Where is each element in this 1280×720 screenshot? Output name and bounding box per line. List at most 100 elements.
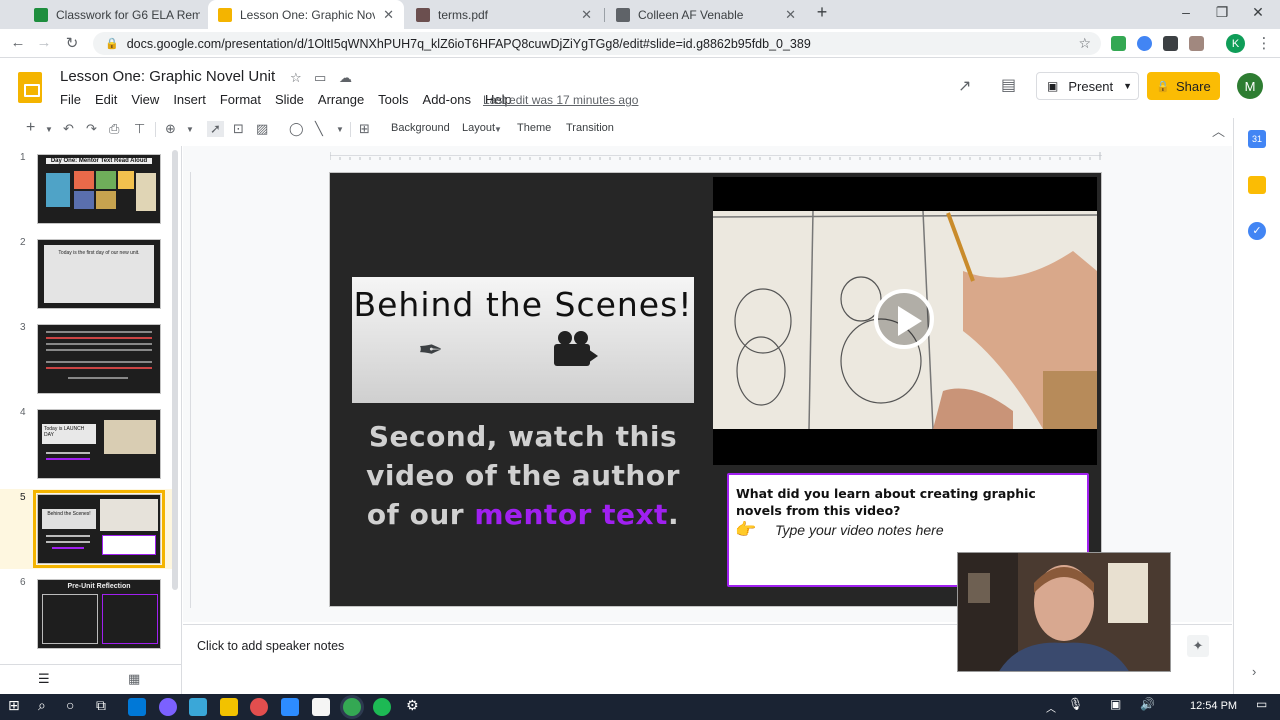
explore-icon[interactable]: ✦: [1187, 635, 1209, 657]
minimize-icon[interactable]: –: [1176, 4, 1196, 20]
extension-icon[interactable]: [1137, 36, 1152, 51]
browser-tab-colleen[interactable]: Colleen AF Venable ✕: [606, 0, 806, 29]
store-icon[interactable]: [312, 698, 330, 716]
chevron-down-icon[interactable]: ▼: [186, 125, 194, 134]
extension-icon[interactable]: [1111, 36, 1126, 51]
app-icon[interactable]: [220, 698, 238, 716]
background-button[interactable]: Background: [391, 122, 450, 134]
share-button[interactable]: 🔒 Share: [1147, 72, 1220, 100]
slide-thumbnail-6[interactable]: Pre-Unit Reflection: [37, 579, 161, 649]
layout-button[interactable]: Layout: [462, 122, 495, 134]
text-box-icon[interactable]: ⊡: [233, 121, 244, 137]
task-view-icon[interactable]: ⧉: [96, 697, 106, 714]
back-icon[interactable]: ←: [8, 34, 28, 51]
theme-button[interactable]: Theme: [517, 122, 551, 134]
move-folder-icon[interactable]: ▭: [314, 70, 326, 86]
app-icon[interactable]: [250, 698, 268, 716]
menu-edit[interactable]: Edit: [95, 92, 117, 110]
menu-addons[interactable]: Add-ons: [423, 92, 471, 110]
slide-body-text[interactable]: Second, watch this video of the author o…: [348, 417, 698, 534]
star-icon[interactable]: ☆: [290, 70, 302, 86]
bookmark-star-icon[interactable]: ☆: [1078, 35, 1091, 52]
browser-tab-lesson-one[interactable]: Lesson One: Graphic Novel Unit ✕: [208, 0, 404, 29]
extension-icon[interactable]: [1163, 36, 1178, 51]
tasks-icon[interactable]: ✓: [1248, 222, 1266, 240]
network-icon[interactable]: ▣: [1110, 697, 1121, 711]
print-icon[interactable]: ⎙: [109, 121, 119, 137]
menu-format[interactable]: Format: [220, 92, 261, 110]
chrome-icon[interactable]: [343, 698, 361, 716]
new-tab-button[interactable]: +: [812, 2, 832, 23]
slide-title-box[interactable]: Behind the Scenes! ✒: [352, 277, 694, 403]
shape-icon[interactable]: ◯: [289, 121, 304, 137]
windows-start-icon[interactable]: ⊞: [8, 697, 20, 714]
menu-file[interactable]: File: [60, 92, 81, 110]
image-icon[interactable]: ▨: [256, 121, 268, 137]
zoom-icon[interactable]: ⊕: [165, 121, 176, 137]
close-window-icon[interactable]: ✕: [1248, 4, 1268, 21]
slide-thumbnail-1[interactable]: Day One: Mentor Text Read Aloud: [37, 154, 161, 224]
present-button[interactable]: ▣ Present ▼: [1036, 72, 1139, 100]
chevron-down-icon[interactable]: ▼: [1123, 81, 1132, 91]
embedded-video[interactable]: [713, 211, 1097, 429]
chevron-down-icon[interactable]: ▼: [494, 125, 502, 134]
line-icon[interactable]: ╲: [315, 121, 323, 137]
redo-icon[interactable]: ↷: [86, 121, 97, 137]
browser-menu-icon[interactable]: ⋮: [1254, 34, 1274, 52]
slide-thumbnail-2[interactable]: Today is the first day of our new unit.: [37, 239, 161, 309]
close-tab-icon[interactable]: ✕: [581, 7, 592, 23]
close-tab-icon[interactable]: ✕: [383, 7, 394, 23]
current-slide[interactable]: Behind the Scenes! ✒ Second, watch this …: [329, 172, 1102, 607]
close-tab-icon[interactable]: ✕: [785, 7, 796, 23]
menu-insert[interactable]: Insert: [173, 92, 206, 110]
browser-tab-classwork[interactable]: Classwork for G6 ELA Remote Le: [24, 0, 210, 29]
chevron-right-icon[interactable]: ›: [1252, 664, 1256, 679]
menu-tools[interactable]: Tools: [378, 92, 408, 110]
microphone-icon[interactable]: 🎙: [1068, 697, 1083, 711]
paint-format-icon[interactable]: ⊤: [134, 121, 145, 137]
grid-view-icon[interactable]: ▦: [128, 671, 140, 687]
new-slide-icon[interactable]: +: [26, 119, 35, 137]
address-bar[interactable]: 🔒 docs.google.com/presentation/d/1OltI5q…: [93, 32, 1101, 55]
profile-avatar[interactable]: K: [1226, 34, 1245, 53]
reload-icon[interactable]: ↻: [62, 34, 82, 52]
document-title[interactable]: Lesson One: Graphic Novel Unit: [60, 68, 275, 85]
filmstrip-scrollbar[interactable]: [172, 150, 178, 590]
play-video-button[interactable]: [874, 289, 934, 349]
settings-gear-icon[interactable]: ⚙: [406, 697, 419, 714]
chevron-up-icon[interactable]: ︿: [1046, 700, 1056, 715]
slide-thumbnail-5[interactable]: Behind the Scenes!: [33, 490, 165, 568]
slides-logo[interactable]: [18, 72, 42, 103]
keep-icon[interactable]: [1248, 176, 1266, 194]
user-avatar[interactable]: M: [1237, 73, 1263, 99]
browser-tab-terms[interactable]: terms.pdf ✕: [406, 0, 602, 29]
mail-icon[interactable]: [128, 698, 146, 716]
last-edit-link[interactable]: Last edit was 17 minutes ago: [483, 93, 638, 107]
undo-icon[interactable]: ↶: [63, 121, 74, 137]
taskbar-clock[interactable]: 12:54 PM: [1190, 700, 1237, 712]
list-view-icon[interactable]: ☰: [38, 671, 50, 687]
volume-icon[interactable]: 🔊: [1140, 697, 1155, 711]
app-icon[interactable]: [189, 698, 207, 716]
search-icon[interactable]: ⌕: [38, 697, 46, 714]
chevron-down-icon[interactable]: ▼: [336, 125, 344, 134]
slide-thumbnail-3[interactable]: [37, 324, 161, 394]
app-icon[interactable]: [159, 698, 177, 716]
maximize-icon[interactable]: ❐: [1212, 4, 1232, 21]
calendar-icon[interactable]: 31: [1248, 130, 1266, 148]
comments-icon[interactable]: ▤: [1001, 75, 1016, 95]
extension-icon[interactable]: [1189, 36, 1204, 51]
slide-thumbnail-4[interactable]: Today is LAUNCH DAY: [37, 409, 161, 479]
add-comment-icon[interactable]: ⊞: [359, 121, 370, 137]
transition-button[interactable]: Transition: [566, 122, 614, 134]
collapse-toolbar-icon[interactable]: ︿: [1212, 121, 1225, 140]
notifications-icon[interactable]: ▭: [1256, 697, 1267, 711]
chevron-down-icon[interactable]: ▼: [45, 125, 53, 134]
spotify-icon[interactable]: [373, 698, 391, 716]
menu-slide[interactable]: Slide: [275, 92, 304, 110]
activity-trend-icon[interactable]: ↗: [958, 76, 971, 96]
menu-view[interactable]: View: [131, 92, 159, 110]
menu-arrange[interactable]: Arrange: [318, 92, 364, 110]
forward-icon[interactable]: →: [34, 34, 54, 51]
select-arrow-icon[interactable]: ➚: [207, 121, 224, 137]
